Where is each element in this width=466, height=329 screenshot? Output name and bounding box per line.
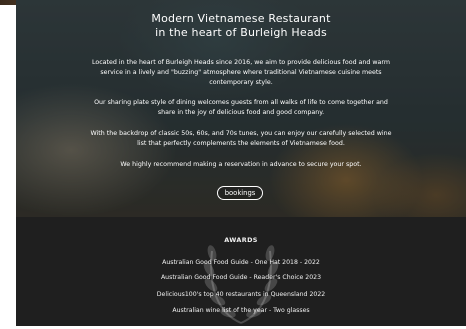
reservation-paragraph: We highly recommend making a reservation… <box>74 160 408 170</box>
award-item: Australian wine list of the year - Two g… <box>172 307 310 314</box>
intro-line-1: Located in the heart of Burleigh Heads s… <box>91 59 391 66</box>
title-line-1: Modern Vietnamese Restaurant <box>151 12 331 25</box>
intro-paragraph: Located in the heart of Burleigh Heads s… <box>74 58 408 88</box>
dining-line-2: share in the joy of delicious food and g… <box>157 109 325 116</box>
dining-line-1: Our sharing plate style of dining welcom… <box>94 99 388 106</box>
awards-section: AWARDS Australian Good Food Guide - One … <box>16 217 466 326</box>
page-title: Modern Vietnamese Restaurant in the hear… <box>16 12 466 40</box>
award-item: Australian Good Food Guide - One Hat 201… <box>162 259 320 266</box>
hero-section: Modern Vietnamese Restaurant in the hear… <box>16 0 466 217</box>
awards-heading: AWARDS <box>224 236 258 244</box>
music-wine-paragraph: With the backdrop of classic 50s, 60s, a… <box>74 129 408 149</box>
reservation-line-1: We highly recommend making a reservation… <box>120 161 362 168</box>
music-line-1: With the backdrop of classic 50s, 60s, a… <box>90 130 392 137</box>
award-item: Australian Good Food Guide - Reader's Ch… <box>160 274 322 281</box>
intro-line-3: contemporary style. <box>209 79 273 86</box>
music-line-2: list that perfectly complements the elem… <box>137 140 345 147</box>
intro-line-2: service in a lively and "buzzing" atmosp… <box>100 69 382 76</box>
award-item: Delicious100's top 40 restaurants in Que… <box>156 291 326 298</box>
title-line-2: in the heart of Burleigh Heads <box>155 26 327 39</box>
bookings-button[interactable]: bookings <box>217 186 263 200</box>
dining-style-paragraph: Our sharing plate style of dining welcom… <box>74 98 408 118</box>
